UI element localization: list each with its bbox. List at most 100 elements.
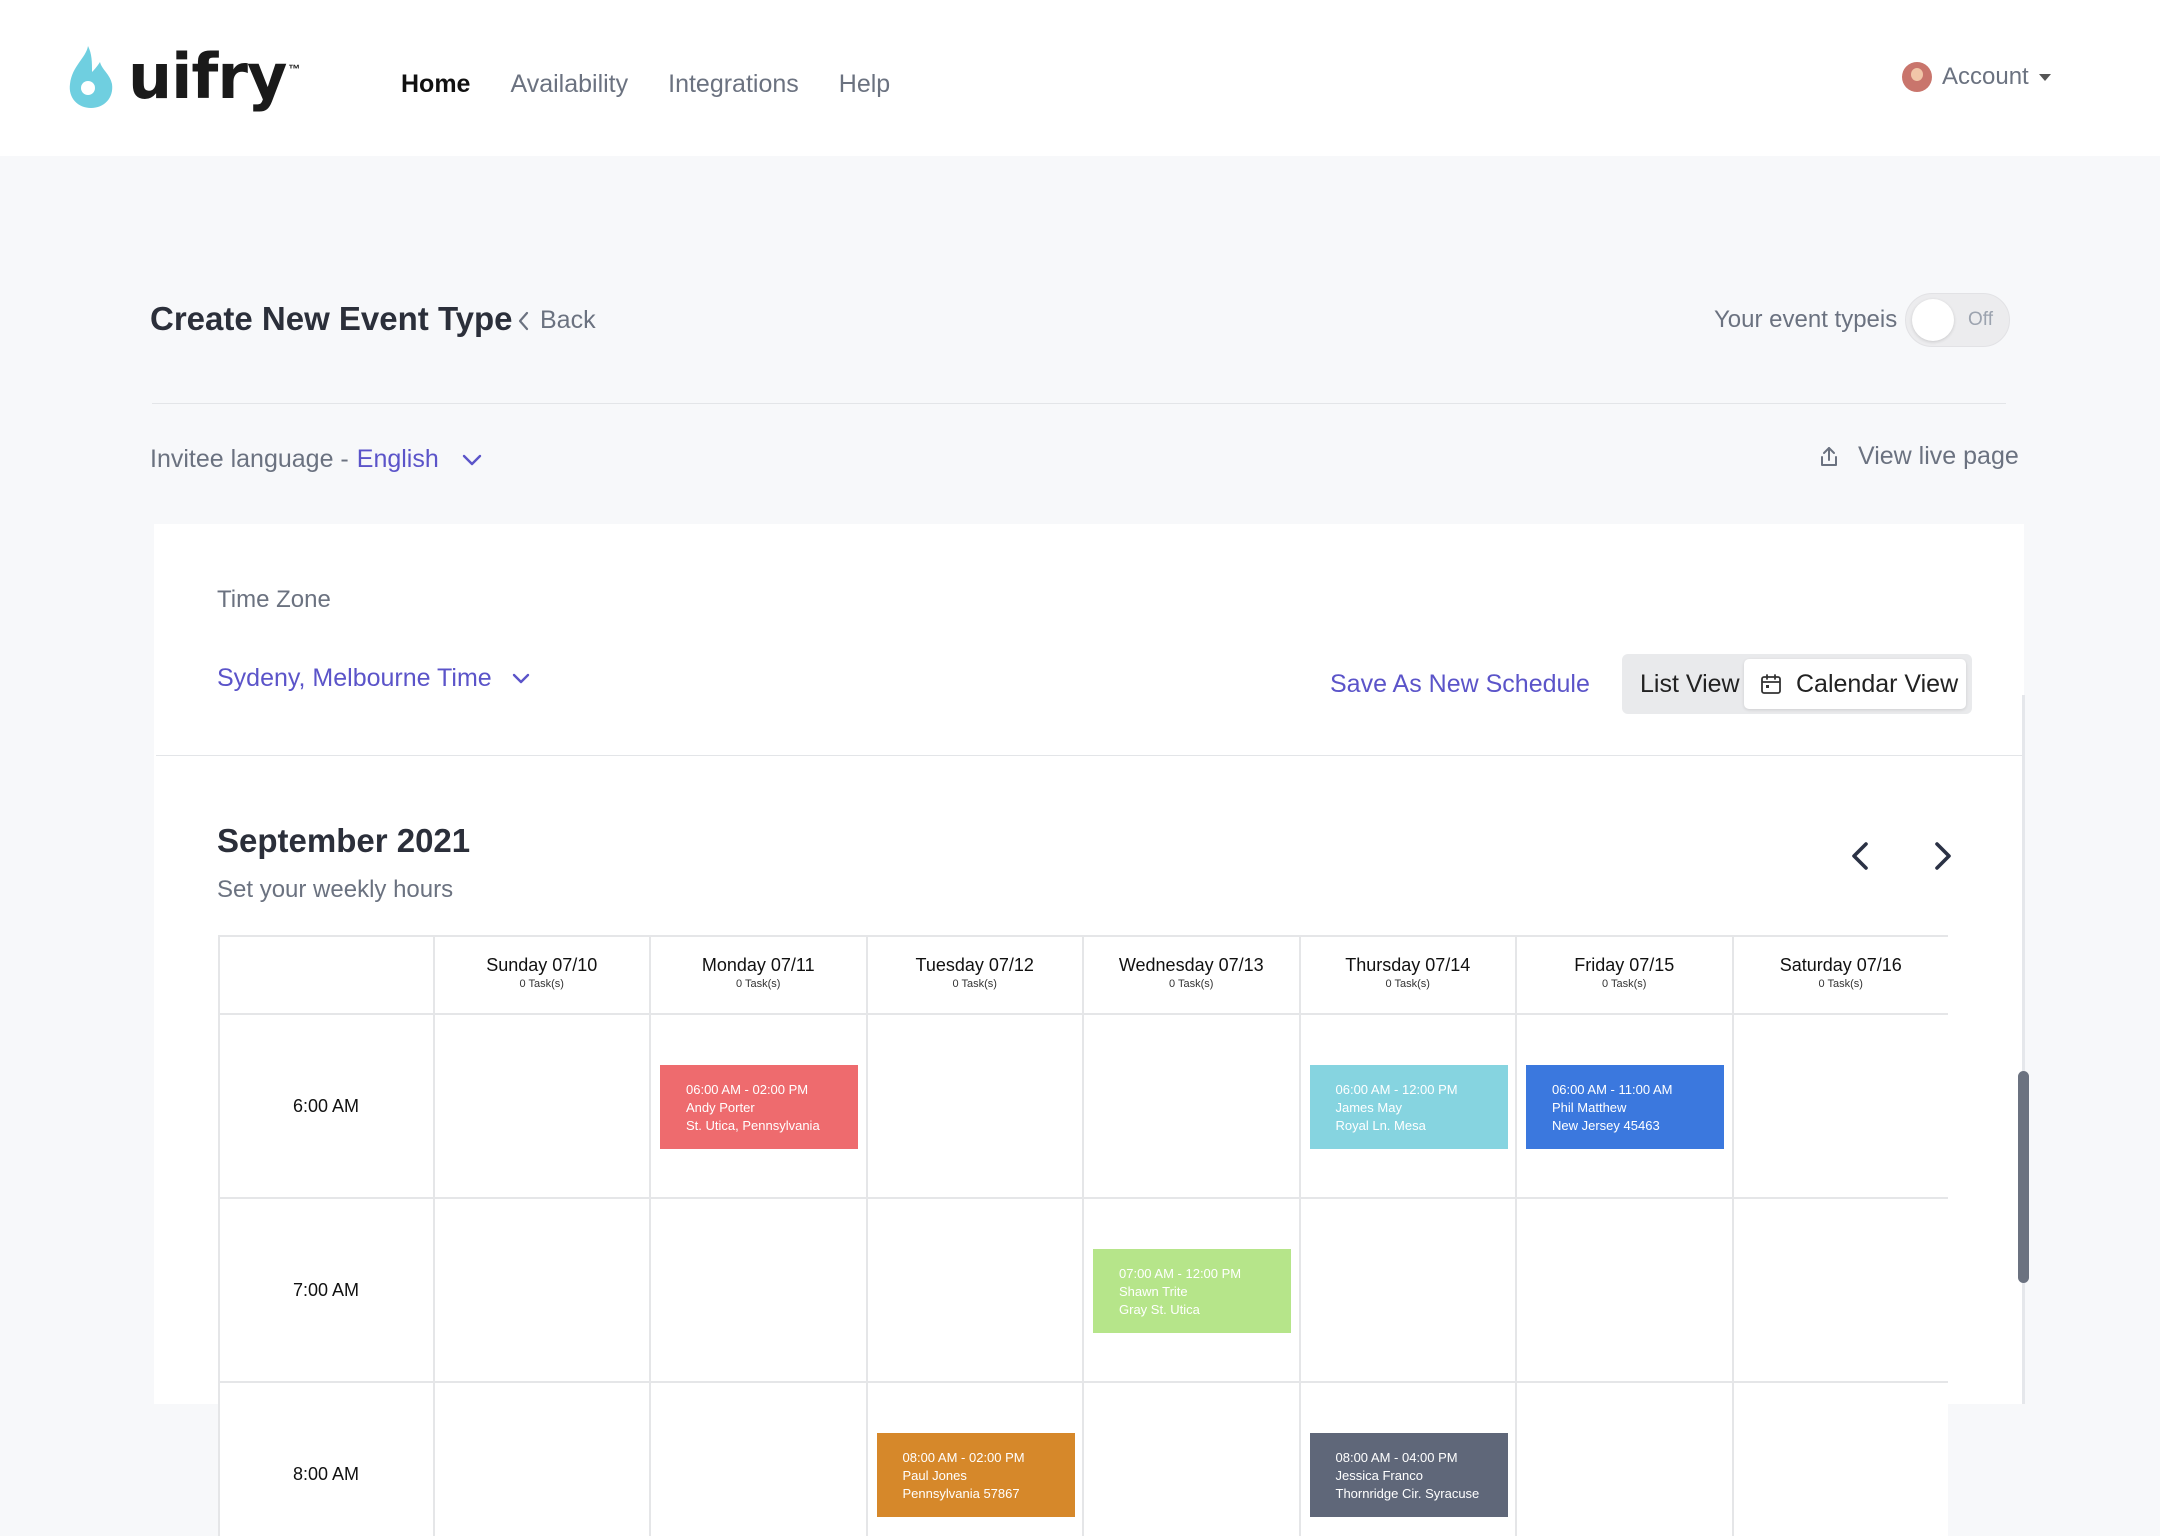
day-label: Thursday 07/14	[1345, 955, 1471, 975]
calendar-corner-cell	[218, 935, 435, 1015]
main-nav: Home Availability Integrations Help	[401, 70, 890, 99]
day-task-count: 0 Task(s)	[1818, 978, 1863, 990]
day-task-count: 0 Task(s)	[952, 978, 997, 990]
day-task-count: 0 Task(s)	[519, 978, 564, 990]
day-label: Monday 07/11	[701, 955, 815, 975]
day-task-count: 0 Task(s)	[736, 978, 781, 990]
list-view-button[interactable]: List View	[1640, 670, 1740, 699]
scrollbar-thumb[interactable]	[2018, 1071, 2029, 1283]
toggle-knob	[1912, 299, 1954, 341]
time-label: 8:00 AM	[292, 1464, 360, 1484]
time-slot-cell[interactable]	[435, 1383, 651, 1536]
time-slot-cell[interactable]	[434, 1199, 651, 1383]
time-slot-cell[interactable]	[651, 1383, 868, 1536]
event-place: New Jersey 45463	[1552, 1118, 1660, 1133]
event-place: Pennsylvania 57867	[902, 1486, 1020, 1501]
event-type-toggle[interactable]: Off	[1905, 293, 2010, 347]
time-slot-cell[interactable]	[1300, 1199, 1517, 1383]
view-live-page-link[interactable]: View live page	[1818, 442, 2019, 471]
chevron-down-icon	[462, 454, 481, 465]
time-slot-cell[interactable]	[651, 1199, 868, 1383]
toggle-state-label: Off	[1968, 309, 1993, 330]
day-label: Friday 07/15	[1574, 955, 1675, 975]
next-week-button[interactable]	[1924, 838, 1960, 874]
calendar-view-button[interactable]: Calendar View	[1744, 659, 1966, 709]
time-slot-cell[interactable]	[1733, 1015, 1948, 1199]
day-column-header: Wednesday 07/13 0 Task(s)	[1084, 935, 1301, 1015]
day-column-header: Monday 07/11 0 Task(s)	[651, 935, 868, 1015]
day-task-count: 0 Task(s)	[1169, 978, 1214, 990]
time-slot-cell[interactable]	[434, 1015, 651, 1199]
time-slot-cell[interactable]	[1734, 1383, 1949, 1536]
time-zone-value: Sydeny, Melbourne Time	[217, 664, 492, 692]
event-time: 08:00 AM - 02:00 PM	[902, 1450, 1025, 1465]
back-button[interactable]: Back	[516, 306, 596, 335]
page-background-right	[1968, 1404, 2160, 1536]
previous-week-button[interactable]	[1843, 838, 1879, 874]
view-live-label: View live page	[1858, 442, 2019, 470]
day-column-header: Tuesday 07/12 0 Task(s)	[867, 935, 1084, 1015]
event-place: Royal Ln. Mesa	[1335, 1118, 1426, 1133]
calendar-grid: Sunday 07/10 0 Task(s) Monday 07/11 0 Task(…	[218, 935, 1948, 1536]
time-slot-label-cell	[218, 1383, 435, 1536]
day-label: Wednesday 07/13	[1118, 955, 1264, 975]
calendar-event[interactable]: 06:00 AM - 02:00 PM Andy Porter St. Utica,…	[660, 1065, 858, 1149]
scrollbar-track	[2022, 695, 2025, 1405]
event-time: 08:00 AM - 04:00 PM	[1335, 1450, 1458, 1465]
day-label: Sunday 07/10	[486, 955, 598, 975]
nav-item-help[interactable]: Help	[839, 70, 890, 99]
nav-item-integrations[interactable]: Integrations	[668, 70, 799, 99]
time-label: 7:00 AM	[292, 1280, 360, 1300]
time-zone-select[interactable]: Sydeny, Melbourne Time	[217, 664, 532, 693]
calendar-event[interactable]: 07:00 AM - 12:00 PM Shawn Trite Gray St. U…	[1093, 1249, 1291, 1333]
card-divider	[156, 755, 2022, 756]
time-slot-cell[interactable]	[1084, 1015, 1301, 1199]
day-label: Tuesday 07/12	[915, 955, 1034, 975]
brand-name: uifry	[128, 40, 287, 113]
event-place: Thornridge Cir. Syracuse	[1335, 1486, 1480, 1501]
nav-item-home[interactable]: Home	[401, 70, 470, 99]
page-background-left	[0, 1404, 200, 1536]
time-label: 6:00 AM	[292, 1096, 360, 1116]
calendar-event[interactable]: 08:00 AM - 04:00 PM Jessica Franco Thornri…	[1309, 1433, 1508, 1517]
avatar	[1902, 62, 1932, 92]
time-slot-cell[interactable]	[867, 1015, 1084, 1199]
header-divider	[152, 403, 2006, 404]
event-time: 06:00 AM - 02:00 PM	[686, 1082, 809, 1097]
page-title: Create New Event Type	[150, 300, 513, 337]
event-name: Andy Porter	[686, 1100, 755, 1115]
event-name: Jessica Franco	[1335, 1468, 1423, 1483]
time-slot-cell[interactable]	[1733, 1199, 1948, 1383]
day-column-header: Sunday 07/10 0 Task(s)	[434, 935, 651, 1015]
event-name: James May	[1335, 1100, 1402, 1115]
event-type-status-label: Your event typeis	[1714, 306, 1898, 333]
time-slot-cell[interactable]	[1084, 1383, 1301, 1536]
nav-item-availability[interactable]: Availability	[510, 70, 628, 99]
day-task-count: 0 Task(s)	[1385, 978, 1430, 990]
flame-logo-icon	[69, 46, 113, 108]
account-menu[interactable]: Account	[1902, 62, 2051, 92]
brand-logo[interactable]: uifry ™	[66, 44, 300, 110]
calendar-subtitle: Set your weekly hours	[217, 876, 454, 903]
language-label: Invitee language -	[150, 445, 349, 473]
invitee-language-select[interactable]: Invitee language - English	[150, 445, 485, 474]
event-name: Paul Jones	[902, 1468, 967, 1483]
event-place: Gray St. Utica	[1119, 1302, 1200, 1317]
day-task-count: 0 Task(s)	[1602, 978, 1647, 990]
time-slot-cell[interactable]	[1517, 1383, 1734, 1536]
calendar-event[interactable]: 06:00 AM - 11:00 AM Phil Matthew New Jerse…	[1526, 1065, 1724, 1149]
day-column-header: Thursday 07/14 0 Task(s)	[1300, 935, 1517, 1015]
day-column-header: Friday 07/15 0 Task(s)	[1517, 935, 1734, 1015]
save-as-new-schedule-button[interactable]: Save As New Schedule	[1330, 670, 1590, 699]
event-time: 06:00 AM - 11:00 AM	[1552, 1082, 1673, 1097]
calendar-month-title: September 2021	[217, 822, 471, 859]
calendar-event[interactable]: 08:00 AM - 02:00 PM Paul Jones Pennsylvani…	[876, 1433, 1075, 1517]
day-label: Saturday 07/16	[1779, 955, 1902, 975]
event-name: Phil Matthew	[1552, 1100, 1627, 1115]
time-slot-cell[interactable]	[1517, 1199, 1734, 1383]
calendar-event[interactable]: 06:00 AM - 12:00 PM James May Royal Ln. Me…	[1309, 1065, 1508, 1149]
share-upload-icon	[1821, 446, 1837, 466]
top-navigation-bar: uifry ™ Home Availability Integrations H…	[0, 0, 2160, 156]
time-slot-cell[interactable]	[867, 1199, 1084, 1383]
calendar-view-label: Calendar View	[1796, 669, 1959, 698]
